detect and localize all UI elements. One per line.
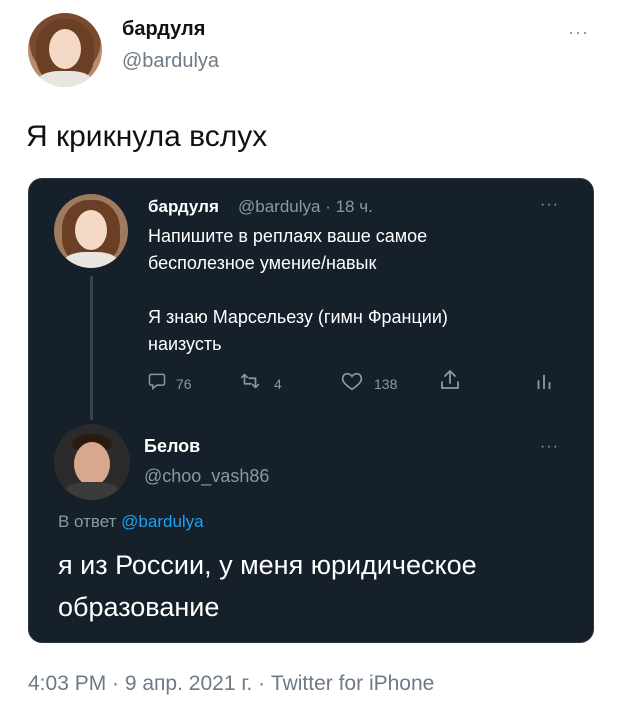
author-handle[interactable]: @bardulya	[122, 50, 219, 73]
quoted-tweet-text: Напишите в реплаях ваше самое бесполезно…	[148, 226, 448, 354]
thread-connector-line	[90, 276, 93, 420]
share-action[interactable]	[438, 368, 462, 397]
like-action[interactable]	[340, 370, 364, 397]
more-options-icon[interactable]: ···	[568, 22, 589, 43]
quoted-author-name[interactable]: бардуля	[148, 197, 219, 217]
share-icon	[441, 370, 459, 389]
replying-to: В ответ @bardulya	[58, 512, 204, 532]
tweet-text: Я крикнула вслух	[26, 120, 268, 153]
quoted-author-avatar[interactable]	[54, 194, 128, 268]
reply-count: 76	[176, 376, 192, 392]
reply-author-name[interactable]: Белов	[144, 436, 200, 457]
retweet-count: 4	[274, 376, 282, 392]
quoted-author-meta: @bardulya · 18 ч.	[238, 197, 373, 216]
retweet-action[interactable]	[238, 370, 262, 397]
reply-icon	[148, 373, 166, 391]
heart-icon	[341, 372, 363, 391]
reply-author-avatar[interactable]	[54, 424, 130, 500]
reply-action[interactable]	[147, 371, 167, 396]
quoted-more-options-icon[interactable]: ···	[540, 196, 559, 214]
analytics-action[interactable]	[533, 370, 555, 397]
replying-to-prefix: В ответ	[58, 512, 122, 531]
reply-tweet-text: я из России, у меня юридическое образова…	[58, 550, 477, 622]
reply-more-options-icon[interactable]: ···	[540, 438, 559, 456]
replying-to-handle[interactable]: @bardulya	[121, 512, 203, 531]
analytics-icon	[537, 374, 551, 390]
author-name[interactable]: бардуля	[122, 18, 205, 41]
reply-author-handle[interactable]: @choo_vash86	[144, 466, 269, 487]
like-count: 138	[374, 376, 398, 392]
author-avatar[interactable]	[28, 13, 102, 87]
tweet-timestamp-source[interactable]: 4:03 PM · 9 апр. 2021 г. · Twitter for i…	[28, 672, 434, 696]
retweet-icon	[240, 373, 260, 389]
